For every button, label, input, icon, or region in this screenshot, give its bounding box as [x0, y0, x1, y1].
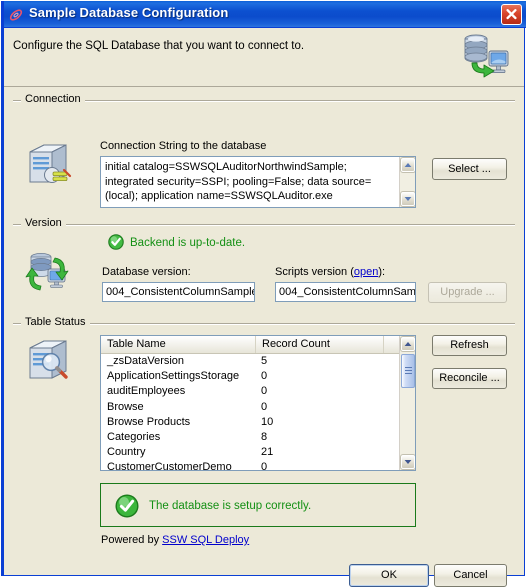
- column-header-record-count[interactable]: Record Count: [256, 336, 384, 353]
- connection-string-value: initial catalog=SSWSQLAuditorNorthwindSa…: [105, 161, 372, 202]
- ok-button[interactable]: OK: [349, 564, 429, 587]
- green-check-icon: [115, 494, 139, 518]
- scripts-version-label: Scripts version (open):: [275, 266, 385, 278]
- database-server-plug-icon: [24, 142, 74, 190]
- scripts-version-label-suffix: ):: [378, 266, 386, 278]
- cell-table-name: Categories: [107, 430, 161, 443]
- table-row[interactable]: Browse 0: [101, 400, 415, 415]
- window-title: Sample Database Configuration: [29, 5, 229, 20]
- cell-record-count: 10: [261, 415, 274, 428]
- cell-table-name: CustomerCustomerDemo: [107, 461, 232, 470]
- scroll-up-icon[interactable]: [400, 336, 415, 352]
- version-group: Version: [13, 217, 515, 229]
- database-version-input[interactable]: 004_ConsistentColumnSample: [102, 282, 255, 302]
- cell-record-count: 0: [261, 385, 268, 398]
- group-divider: [13, 224, 515, 226]
- upgrade-button[interactable]: Upgrade ...: [428, 282, 507, 303]
- cell-table-name: Browse Products: [107, 415, 191, 428]
- cell-record-count: 5: [261, 355, 268, 367]
- table-row[interactable]: ApplicationSettingsStorage 0: [101, 369, 415, 384]
- table-status-group: Table Status: [13, 316, 515, 328]
- ssw-sql-deploy-link[interactable]: SSW SQL Deploy: [162, 534, 249, 546]
- setup-status-box: The database is setup correctly.: [100, 483, 416, 527]
- connection-string-scrollbar[interactable]: [399, 157, 415, 207]
- select-button[interactable]: Select ...: [432, 158, 507, 180]
- refresh-button[interactable]: Refresh: [432, 335, 507, 356]
- cell-table-name: auditEmployees: [107, 385, 186, 398]
- cell-record-count: 21: [261, 446, 274, 459]
- database-to-monitor-icon: [458, 33, 510, 81]
- connection-group: Connection: [13, 93, 515, 105]
- dialog-body: Configure the SQL Database that you want…: [4, 28, 524, 587]
- cell-record-count: 8: [261, 430, 268, 443]
- cell-record-count: 0: [261, 400, 268, 413]
- reconcile-button[interactable]: Reconcile ...: [432, 368, 507, 389]
- open-link[interactable]: open: [354, 266, 378, 278]
- title-bar: Sample Database Configuration: [1, 1, 526, 28]
- cell-table-name: Country: [107, 446, 146, 459]
- table-row[interactable]: _zsDataVersion 5: [101, 354, 415, 369]
- connection-string-input[interactable]: initial catalog=SSWSQLAuditorNorthwindSa…: [100, 156, 416, 208]
- powered-by-text: Powered by SSW SQL Deploy: [101, 534, 249, 546]
- version-group-label: Version: [21, 217, 66, 229]
- table-row[interactable]: Country 21: [101, 445, 415, 460]
- title-bar-edge: [1, 1, 4, 28]
- table-row[interactable]: Browse Products 10: [101, 415, 415, 430]
- pen-icon: [8, 7, 24, 23]
- cell-record-count: 0: [261, 461, 268, 470]
- cell-table-name: ApplicationSettingsStorage: [107, 370, 240, 383]
- connection-string-label: Connection String to the database: [100, 140, 267, 152]
- table-row[interactable]: Categories 8: [101, 430, 415, 445]
- cell-record-count: 0: [261, 370, 268, 383]
- table-scrollbar[interactable]: [399, 336, 415, 470]
- table-row[interactable]: CustomerCustomerDemo 0: [101, 460, 415, 470]
- scrollbar-thumb[interactable]: [401, 354, 415, 388]
- database-sync-monitor-icon: [22, 250, 74, 300]
- scroll-up-icon[interactable]: [400, 157, 415, 173]
- close-icon[interactable]: [501, 4, 522, 25]
- database-magnifier-icon: [24, 338, 74, 386]
- version-status-text: Backend is up-to-date.: [130, 237, 246, 249]
- scripts-version-label-prefix: Scripts version (: [275, 266, 354, 278]
- cell-table-name: _zsDataVersion: [107, 355, 185, 367]
- cell-table-name: Browse: [107, 400, 144, 413]
- scripts-version-input[interactable]: 004_ConsistentColumnSample: [275, 282, 416, 302]
- powered-by-prefix: Powered by: [101, 534, 163, 546]
- scroll-down-icon[interactable]: [400, 454, 415, 470]
- dialog-window: Sample Database Configuration Configure …: [0, 0, 526, 587]
- table-status-group-label: Table Status: [21, 316, 90, 328]
- table-header-row: Table Name Record Count: [101, 336, 415, 354]
- cancel-button[interactable]: Cancel: [434, 564, 507, 587]
- table-status-list[interactable]: Table Name Record Count _zsDataVersion 5…: [100, 335, 416, 471]
- group-divider: [13, 100, 515, 102]
- connection-group-label: Connection: [21, 93, 85, 105]
- scroll-down-icon[interactable]: [400, 191, 415, 207]
- green-check-icon: [108, 234, 124, 250]
- column-header-table-name[interactable]: Table Name: [101, 336, 256, 353]
- dialog-header: Configure the SQL Database that you want…: [4, 28, 524, 87]
- database-version-label: Database version:: [102, 266, 191, 278]
- setup-status-text: The database is setup correctly.: [149, 500, 312, 512]
- header-description: Configure the SQL Database that you want…: [13, 40, 305, 52]
- table-rows: _zsDataVersion 5 ApplicationSettingsStor…: [101, 354, 415, 470]
- table-row[interactable]: auditEmployees 0: [101, 384, 415, 399]
- scrollbar-grip: [405, 367, 412, 375]
